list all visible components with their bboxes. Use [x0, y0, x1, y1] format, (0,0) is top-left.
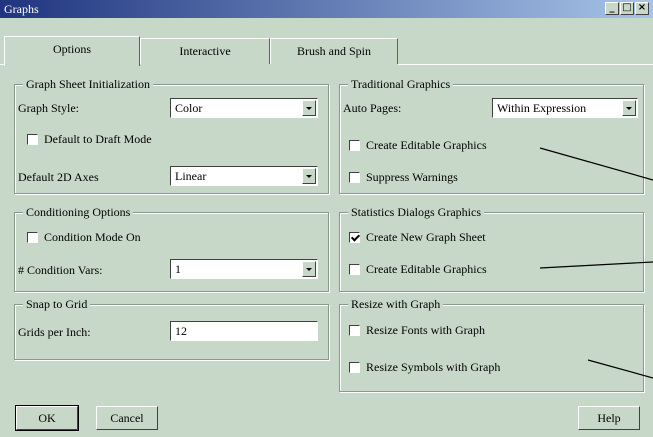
checkbox-icon[interactable]	[349, 172, 360, 183]
checkbox-icon[interactable]	[27, 232, 38, 243]
cancel-button[interactable]: Cancel	[96, 406, 158, 430]
ok-button[interactable]: OK	[15, 405, 79, 431]
checkbox-icon[interactable]	[27, 134, 38, 145]
condition-mode-label: Condition Mode On	[44, 230, 141, 244]
resize-with-graph-group: Resize with Graph	[339, 297, 644, 392]
snap-to-grid-title: Snap to Grid	[23, 297, 91, 312]
condition-vars-label: # Condition Vars:	[18, 263, 103, 277]
chevron-down-icon[interactable]	[302, 168, 316, 184]
statistics-graphics-group: Statistics Dialogs Graphics	[339, 205, 644, 292]
conditioning-title: Conditioning Options	[23, 205, 134, 220]
grids-per-inch-input[interactable]: 12	[170, 321, 318, 341]
checkbox-icon[interactable]	[349, 264, 360, 275]
resize-fonts-label: Resize Fonts with Graph	[366, 323, 485, 337]
statistics-graphics-title: Statistics Dialogs Graphics	[348, 205, 484, 220]
auto-pages-label: Auto Pages:	[343, 101, 402, 115]
tab-strip: Options Interactive Brush and Spin	[0, 36, 653, 66]
suppress-warnings-label: Suppress Warnings	[366, 170, 458, 184]
chevron-down-icon[interactable]	[622, 100, 636, 116]
title-bar[interactable]: Graphs _ □ ×	[0, 0, 653, 18]
statistics-editable-checkbox[interactable]: Create Editable Graphics	[349, 262, 487, 277]
window-title: Graphs	[4, 2, 39, 16]
checkbox-icon[interactable]	[349, 362, 360, 373]
auto-pages-select[interactable]: Within Expression	[492, 98, 638, 118]
draft-mode-checkbox[interactable]: Default to Draft Mode	[27, 132, 152, 147]
minimize-button[interactable]: _	[605, 2, 619, 15]
close-button[interactable]: ×	[635, 2, 649, 15]
traditional-editable-label: Create Editable Graphics	[366, 138, 487, 152]
suppress-warnings-checkbox[interactable]: Suppress Warnings	[349, 170, 458, 185]
chevron-down-icon[interactable]	[302, 100, 316, 116]
traditional-editable-checkbox[interactable]: Create Editable Graphics	[349, 138, 487, 153]
condition-vars-value: 1	[175, 262, 181, 276]
checkbox-icon[interactable]	[349, 325, 360, 336]
default-axes-value: Linear	[175, 169, 207, 183]
help-button[interactable]: Help	[578, 406, 640, 430]
graph-style-select[interactable]: Color	[170, 98, 318, 118]
graph-sheet-init-title: Graph Sheet Initialization	[23, 77, 153, 92]
resize-symbols-checkbox[interactable]: Resize Symbols with Graph	[349, 360, 500, 375]
maximize-button[interactable]: □	[620, 2, 634, 15]
traditional-graphics-title: Traditional Graphics	[348, 77, 454, 92]
grids-per-inch-label: Grids per Inch:	[18, 325, 91, 339]
draft-mode-label: Default to Draft Mode	[44, 132, 152, 146]
resize-fonts-checkbox[interactable]: Resize Fonts with Graph	[349, 323, 485, 338]
resize-with-graph-title: Resize with Graph	[348, 297, 444, 312]
default-axes-label: Default 2D Axes	[18, 170, 99, 184]
create-new-graph-sheet-label: Create New Graph Sheet	[366, 230, 486, 244]
auto-pages-value: Within Expression	[497, 101, 587, 115]
create-new-graph-sheet-checkbox[interactable]: Create New Graph Sheet	[349, 230, 486, 245]
graph-style-label: Graph Style:	[18, 101, 79, 115]
chevron-down-icon[interactable]	[302, 261, 316, 277]
resize-symbols-label: Resize Symbols with Graph	[366, 360, 501, 374]
condition-vars-select[interactable]: 1	[170, 259, 318, 279]
conditioning-group: Conditioning Options	[14, 205, 329, 292]
statistics-editable-label: Create Editable Graphics	[366, 262, 487, 276]
checkbox-checked-icon[interactable]	[349, 232, 360, 243]
graph-style-value: Color	[175, 101, 203, 115]
tab-interactive[interactable]: Interactive	[140, 38, 270, 64]
graphs-dialog: Graphs _ □ × Options Interactive Brush a…	[0, 0, 653, 437]
default-axes-select[interactable]: Linear	[170, 166, 318, 186]
checkbox-icon[interactable]	[349, 140, 360, 151]
tab-options[interactable]: Options	[4, 36, 140, 66]
grids-per-inch-value: 12	[175, 324, 187, 338]
condition-mode-checkbox[interactable]: Condition Mode On	[27, 230, 141, 245]
tab-brush-and-spin[interactable]: Brush and Spin	[270, 38, 398, 64]
